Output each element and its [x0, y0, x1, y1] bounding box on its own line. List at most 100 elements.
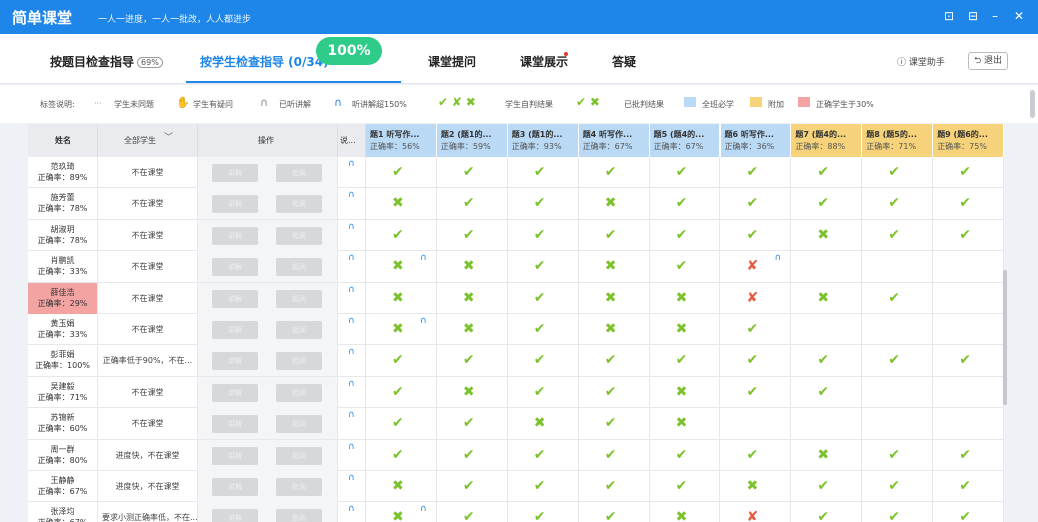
answer-cell[interactable]: ✔ [579, 157, 650, 188]
student-name-cell[interactable]: 彭菲娟 正确率：100% [28, 345, 98, 377]
explain-button[interactable]: 讲解 [212, 383, 258, 402]
explain-button[interactable]: 讲解 [212, 321, 258, 339]
answer-cell[interactable]: ✖ [366, 471, 437, 502]
review-button[interactable]: 批阅 [276, 289, 322, 308]
explain-button[interactable]: 讲解 [212, 226, 258, 245]
tab-qa[interactable]: 答疑 [612, 53, 636, 70]
answer-cell[interactable]: ✔ [579, 376, 650, 408]
student-name-cell[interactable]: 吴建毅 正确率：71% [28, 376, 98, 408]
answer-cell[interactable]: ✔ [650, 219, 721, 251]
student-name-cell[interactable]: 张泽均正确率：67% [28, 502, 98, 522]
answer-cell[interactable]: ✔ [791, 471, 863, 502]
answer-cell[interactable]: ✔ [508, 376, 579, 408]
tab-class-display[interactable]: 课堂展示 [520, 53, 568, 70]
answer-cell[interactable]: ✔ [862, 439, 934, 471]
review-button[interactable]: 批阅 [276, 446, 322, 465]
student-name-cell[interactable]: 施芳蕾 正确率：78% [28, 188, 98, 220]
answer-cell[interactable]: ✔ [933, 471, 1004, 502]
table-scrollbar[interactable] [1003, 270, 1007, 405]
answer-cell[interactable]: ✖ ∩ [366, 251, 437, 283]
answer-cell[interactable]: ✔ [437, 219, 508, 251]
answer-cell[interactable]: ✔ [366, 219, 437, 251]
review-button[interactable]: 批阅 [276, 415, 322, 434]
answer-cell[interactable]: ✘ [721, 502, 792, 522]
review-button[interactable]: 批阅 [276, 509, 322, 522]
student-name-cell[interactable]: 肖鹏凯 正确率：33% [28, 251, 98, 283]
question-header[interactable]: 题1 听写作... 正确率：56% [366, 124, 437, 157]
answer-cell[interactable]: ✖ ∩ [366, 502, 437, 522]
review-button[interactable]: 批阅 [276, 258, 322, 277]
answer-cell[interactable]: ✔ [791, 157, 863, 188]
answer-cell[interactable]: ✔ [650, 188, 721, 220]
answer-cell[interactable]: ✔ [437, 188, 508, 220]
review-button[interactable]: 批阅 [276, 164, 322, 182]
answer-cell[interactable]: ✔ [579, 439, 650, 471]
answer-cell[interactable]: ✔ [437, 157, 508, 188]
answer-cell[interactable]: ✔ [437, 471, 508, 502]
answer-cell[interactable]: ✔ [791, 376, 863, 408]
tab-by-student[interactable]: 按学生检查指导 (0/34) [200, 53, 329, 70]
answer-cell[interactable]: ✔ [862, 188, 934, 220]
answer-cell[interactable]: ✔ [366, 345, 437, 377]
explain-button[interactable]: 讲解 [212, 478, 258, 496]
answer-cell[interactable] [791, 408, 863, 440]
answer-cell[interactable]: ✔ [862, 345, 934, 377]
answer-cell[interactable]: ✔ [508, 219, 579, 251]
exit-button[interactable]: ⮌ 退出 [968, 52, 1008, 70]
window-restore-icon[interactable]: ⊟ [968, 9, 978, 23]
answer-cell[interactable]: ✔ [721, 314, 792, 345]
answer-cell[interactable]: ✔ [933, 157, 1004, 188]
answer-cell[interactable]: ✔ [508, 314, 579, 345]
answer-cell[interactable] [933, 376, 1004, 408]
student-name-cell[interactable]: 苏锦新 正确率：60% [28, 408, 98, 440]
answer-cell[interactable]: ✔ [791, 502, 863, 522]
answer-cell[interactable]: ✖ [791, 219, 863, 251]
explain-button[interactable]: 讲解 [212, 509, 258, 522]
answer-cell[interactable]: ✔ [862, 282, 934, 314]
answer-cell[interactable]: ✔ [650, 345, 721, 377]
answer-cell[interactable] [862, 408, 934, 440]
answer-cell[interactable]: ✖ [437, 251, 508, 283]
answer-cell[interactable] [791, 251, 863, 283]
answer-cell[interactable]: ✔ [437, 408, 508, 440]
close-icon[interactable]: ✕ [1014, 9, 1024, 23]
answer-cell[interactable]: ✖ [366, 282, 437, 314]
answer-cell[interactable]: ✔ [721, 157, 792, 188]
answer-cell[interactable]: ✖ [579, 314, 650, 345]
answer-cell[interactable]: ✔ [650, 251, 721, 283]
page-scrollbar[interactable] [1030, 90, 1035, 118]
question-header[interactable]: 题7 (题4的... 正确率：88% [791, 124, 863, 157]
explain-button[interactable]: 讲解 [212, 289, 258, 308]
answer-cell[interactable]: ✔ [721, 345, 792, 377]
answer-cell[interactable]: ✔ [791, 345, 863, 377]
classroom-helper-link[interactable]: ⓘ 课堂助手 [897, 55, 945, 68]
review-button[interactable]: 批阅 [276, 383, 322, 402]
question-header[interactable]: 题9 (题6的... 正确率：75% [933, 124, 1004, 157]
explain-button[interactable]: 讲解 [212, 446, 258, 465]
answer-cell[interactable]: ✖ [650, 502, 721, 522]
answer-cell[interactable]: ✖ [437, 376, 508, 408]
answer-cell[interactable]: ✔ [508, 282, 579, 314]
answer-cell[interactable] [933, 251, 1004, 283]
answer-cell[interactable]: ✔ [508, 502, 579, 522]
answer-cell[interactable]: ✔ [650, 157, 721, 188]
screen-share-icon[interactable]: ⊡ [944, 9, 954, 23]
answer-cell[interactable]: ✖ [650, 408, 721, 440]
answer-cell[interactable]: ✔ [650, 439, 721, 471]
review-button[interactable]: 批阅 [276, 352, 322, 371]
answer-cell[interactable]: ✖ [579, 282, 650, 314]
answer-cell[interactable] [933, 282, 1004, 314]
answer-cell[interactable]: ✔ [933, 439, 1004, 471]
answer-cell[interactable]: ✔ [437, 439, 508, 471]
answer-cell[interactable]: ✔ [579, 408, 650, 440]
review-button[interactable]: 批阅 [276, 321, 322, 339]
answer-cell[interactable]: ✖ [721, 471, 792, 502]
answer-cell[interactable]: ✔ [366, 408, 437, 440]
answer-cell[interactable]: ✔ [862, 471, 934, 502]
answer-cell[interactable]: ✔ [862, 157, 934, 188]
review-button[interactable]: 批阅 [276, 195, 322, 214]
student-name-cell[interactable]: 薛佳浩 正确率：29% [28, 282, 98, 314]
answer-cell[interactable] [862, 376, 934, 408]
review-button[interactable]: 批阅 [276, 226, 322, 245]
answer-cell[interactable]: ✖ [437, 282, 508, 314]
